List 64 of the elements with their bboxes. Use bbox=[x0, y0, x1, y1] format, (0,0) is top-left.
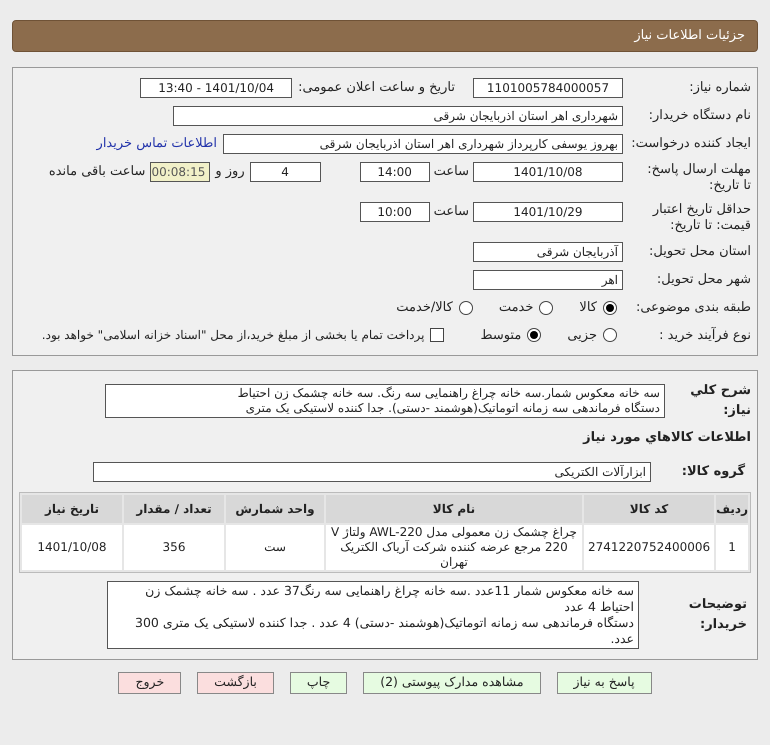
table-cell: 1401/10/08 bbox=[22, 524, 122, 570]
remaining-time-field: 00:08:15 bbox=[150, 162, 210, 182]
field-label: ایجاد کننده درخواست: bbox=[631, 136, 751, 152]
city-field: اهر bbox=[473, 270, 623, 290]
radio-label: متوسط bbox=[480, 326, 522, 344]
announce-date-field: 1401/10/04 - 13:40 bbox=[140, 78, 292, 98]
table-cell: 1 bbox=[716, 524, 748, 570]
radio-button[interactable] bbox=[603, 300, 617, 315]
action-button[interactable]: بازگشت bbox=[197, 672, 274, 694]
action-button[interactable]: خروج bbox=[118, 672, 182, 694]
buyer-contact-link[interactable]: اطلاعات تماس خریدار bbox=[96, 134, 217, 154]
section-title: اطلاعات کالاهاي مورد نياز bbox=[582, 429, 751, 447]
field-label: شهر محل تحویل: bbox=[656, 272, 751, 288]
radio-label: جزیی bbox=[567, 326, 597, 344]
column-header: تعداد / مقدار bbox=[124, 494, 224, 522]
radio-button[interactable] bbox=[527, 328, 542, 342]
field-label: گروه کالا: bbox=[682, 464, 745, 479]
description-field: سه خانه معکوس شمار.سه خانه چراغ راهنمایی سه رنگ. سه خانه چشمک زن احتیاط دستگاه فرماندهی سه زمانه اتوماتیک(هوشمند -دستی). جدا کننده لاستیکی یک متری bbox=[105, 384, 665, 418]
field-label: طبقه بندی موضوعی: bbox=[636, 300, 751, 315]
table-cell: ست bbox=[226, 524, 324, 570]
days-label: روز و bbox=[215, 163, 245, 181]
field-label: نام دستگاه خریدار: bbox=[648, 108, 751, 124]
table-cell: 356 bbox=[124, 524, 224, 570]
column-header: نام کالا bbox=[326, 494, 582, 522]
province-field: آذربایجان شرقی bbox=[473, 242, 623, 262]
field-label: تاریخ و ساعت اعلان عمومی: bbox=[298, 79, 455, 98]
page-title: جزئیات اطلاعات نیاز bbox=[634, 27, 745, 46]
table-cell: چراغ چشمک زن معمولی مدل AWL-220 ولتاژ V 220 مرجع عرضه کننده شرکت آریاک الکتریک تهران bbox=[326, 524, 582, 570]
deadline-date-field: 1401/10/08 bbox=[473, 162, 623, 182]
need-number-field: 1101005784000057 bbox=[473, 78, 623, 98]
radio-label: کالا/خدمت bbox=[396, 299, 453, 317]
time-label: ساعت bbox=[434, 163, 469, 181]
table-cell: 2741220752400006 bbox=[584, 524, 714, 570]
checkbox-label: پرداخت تمام یا بخشی از مبلغ خرید،از محل "اسناد خزانه اسلامی" خواهد بود. bbox=[42, 327, 424, 344]
deadline-time-field: 14:00 bbox=[360, 162, 430, 182]
radio-button[interactable] bbox=[603, 328, 617, 342]
column-header: تاریخ نیاز bbox=[22, 494, 122, 522]
radio-button[interactable] bbox=[539, 300, 554, 315]
column-header: کد کالا bbox=[584, 494, 714, 522]
remaining-label: ساعت باقی مانده bbox=[48, 163, 146, 181]
requester-field: بهروز یوسفی کارپرداز شهرداری اهر استان اذربایجان شرقی bbox=[223, 134, 623, 154]
field-label: نوع فرآیند خرید : bbox=[659, 328, 751, 342]
action-button[interactable]: چاپ bbox=[290, 672, 348, 694]
column-header: ردیف bbox=[716, 494, 748, 522]
field-label: توضیحات خریدار: bbox=[688, 597, 747, 632]
buyer-field: شهرداری اهر استان اذربایجان شرقی bbox=[173, 106, 623, 126]
field-label: مهلت ارسال پاسخ: تا تاریخ: bbox=[646, 162, 751, 194]
field-label: شماره نیاز: bbox=[689, 80, 751, 96]
buyer-notes-field: سه خانه معکوس شمار 11عدد .سه خانه چراغ راهنمایی سه رنگ37 عدد . سه خانه چشمک زن احتیاط 4 عدد دستگاه فرماندهی سه زمانه اتوماتیک(هوشمند -دستی) 4 عدد . جدا کننده لاستیکی یک متری 300 عدد. bbox=[107, 580, 639, 648]
days-field: 4 bbox=[250, 162, 321, 182]
radio-label: خدمت bbox=[498, 299, 534, 317]
action-button[interactable]: پاسخ به نیاز bbox=[556, 672, 652, 694]
radio-label: کالا bbox=[579, 299, 597, 317]
column-header: واحد شمارش bbox=[226, 494, 324, 522]
checkbox[interactable] bbox=[430, 328, 444, 342]
goods-group-field: ابزارآلات الکتریکی bbox=[93, 462, 651, 482]
field-label: حداقل تاریخ اعتبار قیمت: تا تاریخ: bbox=[651, 202, 751, 234]
validity-time-field: 10:00 bbox=[360, 202, 430, 222]
radio-button[interactable] bbox=[458, 300, 473, 315]
field-label: استان محل تحویل: bbox=[649, 244, 751, 260]
time-label: ساعت bbox=[434, 203, 469, 221]
field-label: شرح کلي نياز: bbox=[690, 383, 751, 418]
validity-date-field: 1401/10/29 bbox=[473, 202, 623, 222]
action-button[interactable]: مشاهده مدارک پیوستی (2) bbox=[363, 672, 541, 694]
